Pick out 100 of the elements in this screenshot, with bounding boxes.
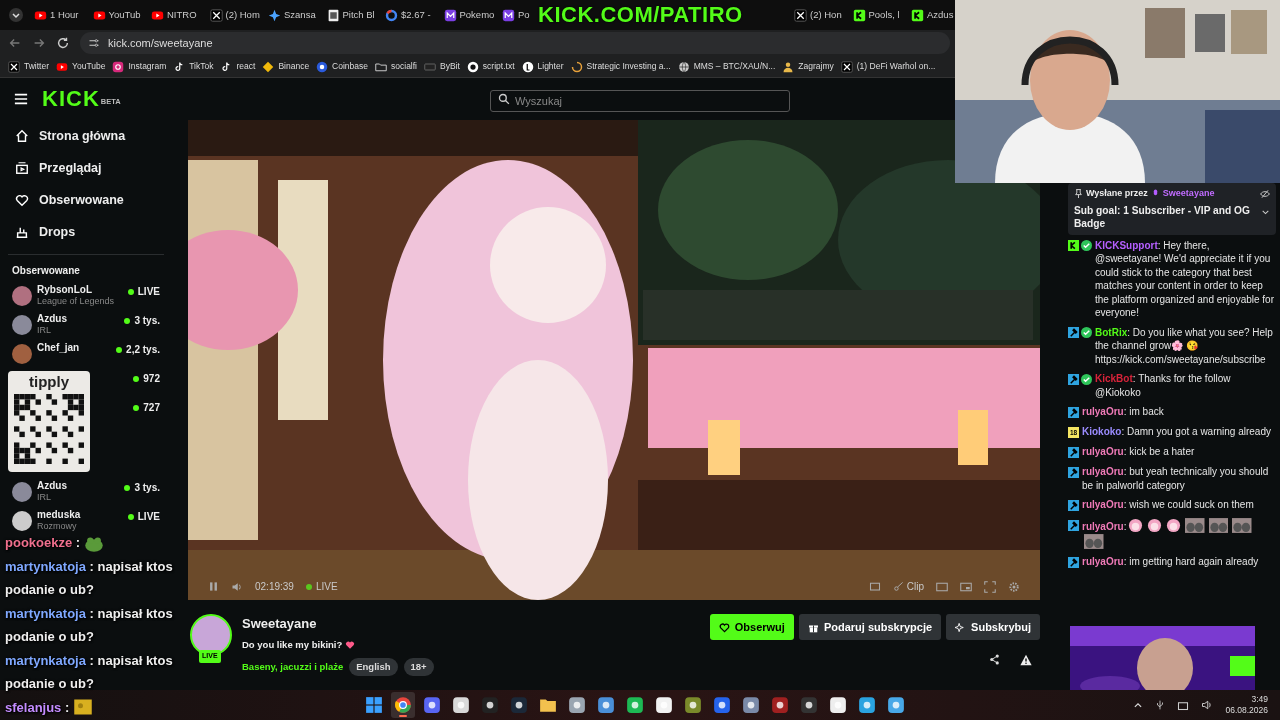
follow-button[interactable]: Obserwuj: [709, 614, 794, 640]
category-link[interactable]: Baseny, jacuzzi i plaże: [242, 659, 344, 674]
x-logo-icon: [794, 8, 807, 22]
chat-message: rulyaOru: im back: [1082, 406, 1164, 417]
overlay-chat-message: martynkatoja : napisał ktos podanie o ub?: [5, 557, 174, 599]
x-logo-icon: [8, 60, 20, 73]
browser-tab[interactable]: $2.67 -: [381, 7, 440, 23]
bookmark[interactable]: Twitter: [8, 60, 50, 73]
browser-tab[interactable]: Pools, l: [848, 7, 907, 23]
app-icon: [452, 696, 470, 714]
speaker-icon[interactable]: [1201, 699, 1214, 711]
nav-item[interactable]: Przeglądaj: [0, 152, 172, 184]
channel-name[interactable]: Azdus: [37, 313, 67, 325]
bookmark[interactable]: YouTube: [56, 60, 106, 73]
nav-item[interactable]: Drops: [0, 216, 172, 248]
nav-item[interactable]: Obserwowane: [0, 184, 172, 216]
avatar[interactable]: [12, 482, 32, 502]
browser-tab[interactable]: Pitch Bl: [322, 7, 381, 23]
bookmark[interactable]: socialfi: [375, 60, 417, 73]
emote-icon: [1147, 518, 1163, 533]
bookmark[interactable]: (1) DeFi Warhol on...: [840, 60, 936, 73]
address-bar[interactable]: kick.com/sweetayane: [80, 32, 950, 54]
search-icon: [498, 93, 510, 105]
screen-icon[interactable]: [868, 580, 881, 593]
chat-message: KickBot: Thanks for the follow @Kiokoko: [1095, 373, 1231, 398]
browser-tab[interactable]: YouTub: [88, 7, 147, 23]
nav-item[interactable]: Strona główna: [0, 120, 172, 152]
bookmark[interactable]: react: [220, 60, 256, 73]
bookmark[interactable]: Coinbase: [316, 60, 369, 73]
overlay-chat-message: sfelanjus :: [5, 698, 70, 717]
hammer-icon: [1068, 373, 1079, 385]
pause-icon[interactable]: [208, 581, 219, 592]
chat-message: rulyaOru: im getting hard again already: [1082, 556, 1259, 567]
donation-widget: tipply: [8, 371, 90, 472]
avatar[interactable]: [12, 315, 32, 335]
hide-icon[interactable]: [1260, 188, 1270, 199]
channel-name[interactable]: RybsonLoL: [37, 284, 115, 296]
channel-name[interactable]: meduska: [37, 509, 81, 521]
browser-tab[interactable]: (2) Hom: [205, 7, 264, 23]
app-icon: [481, 696, 499, 714]
browser-tab[interactable]: Pokemo: [439, 7, 498, 23]
subscribe-button[interactable]: Subskrybuj: [946, 614, 1040, 640]
chat-message: rulyaOru: kick be a hater: [1082, 446, 1195, 457]
app-icon: [655, 696, 673, 714]
chat-message: rulyaOru:: [1082, 521, 1127, 532]
forward-icon[interactable]: [32, 36, 46, 50]
overlay-chat-message: martynkatoja : napisał ktos podanie o ub?: [5, 604, 174, 646]
channel-name[interactable]: Chef_jan: [37, 342, 80, 354]
clock[interactable]: 3:49 06.08.2026: [1225, 694, 1268, 716]
bookmark[interactable]: TikTok: [173, 60, 214, 73]
kick-badge-icon: [1068, 240, 1079, 251]
tab-list-icon[interactable]: [8, 7, 24, 23]
bookmark[interactable]: Zagrajmy: [782, 60, 834, 73]
site-info-icon[interactable]: [88, 37, 100, 49]
taskbar-app[interactable]: [391, 692, 415, 718]
browser-tab[interactable]: Azdus: [907, 7, 956, 23]
theater-icon[interactable]: [936, 580, 948, 593]
warning-icon[interactable]: [1020, 654, 1032, 666]
settings-icon[interactable]: [1008, 580, 1020, 593]
network-icon[interactable]: [1177, 699, 1190, 711]
clip-button[interactable]: Clip: [892, 579, 924, 594]
fullscreen-icon[interactable]: [984, 580, 996, 593]
live-indicator: LIVE: [305, 579, 338, 594]
tag-chip[interactable]: 18+: [403, 657, 434, 676]
camera-icon: [112, 60, 125, 73]
channel-name[interactable]: Sweetayane: [242, 614, 434, 634]
share-icon[interactable]: [989, 654, 1000, 665]
live-dot: [124, 317, 131, 324]
browser-tab[interactable]: Szansa: [264, 7, 323, 23]
back-icon[interactable]: [8, 36, 22, 50]
bookmark[interactable]: Lighter: [521, 60, 564, 73]
hammer-icon: [1068, 446, 1079, 458]
bookmark[interactable]: Instagram: [112, 60, 167, 73]
diamond-icon: [262, 60, 275, 73]
tag-chip[interactable]: English: [349, 657, 398, 676]
bookmark[interactable]: MMS – BTC/XAU/N...: [677, 60, 776, 73]
channel-name[interactable]: Azdus: [37, 480, 67, 492]
browser-tab[interactable]: 1 Hour: [30, 7, 89, 23]
pip-icon[interactable]: [960, 580, 972, 593]
volume-icon[interactable]: [231, 580, 243, 593]
browser-tab[interactable]: Po: [498, 7, 532, 23]
search-field[interactable]: Wyszukaj: [490, 90, 790, 112]
browser-tab[interactable]: NITRO: [147, 7, 206, 23]
app-icon: [423, 696, 441, 714]
bookmark[interactable]: script.txt: [466, 60, 515, 73]
bookmark[interactable]: ByBit: [424, 60, 460, 73]
menu-icon[interactable]: [14, 92, 28, 106]
bookmark[interactable]: Strategic Investing a...: [570, 60, 671, 73]
gift-button[interactable]: Podaruj subskrypcje: [798, 614, 942, 640]
reload-icon[interactable]: [56, 36, 70, 50]
pinned-user[interactable]: Sweetayane: [1162, 187, 1215, 201]
app-icon: [829, 696, 847, 714]
avatar[interactable]: [12, 511, 32, 531]
viewer-count: 972: [143, 372, 160, 386]
emote-icon: [1208, 518, 1229, 533]
browser-tab[interactable]: (2) Hon: [790, 7, 849, 23]
usb-icon[interactable]: [1155, 700, 1166, 710]
bookmark[interactable]: Binance: [262, 60, 310, 73]
chevron-up-icon[interactable]: [1133, 700, 1144, 710]
app-icon: [568, 696, 586, 714]
